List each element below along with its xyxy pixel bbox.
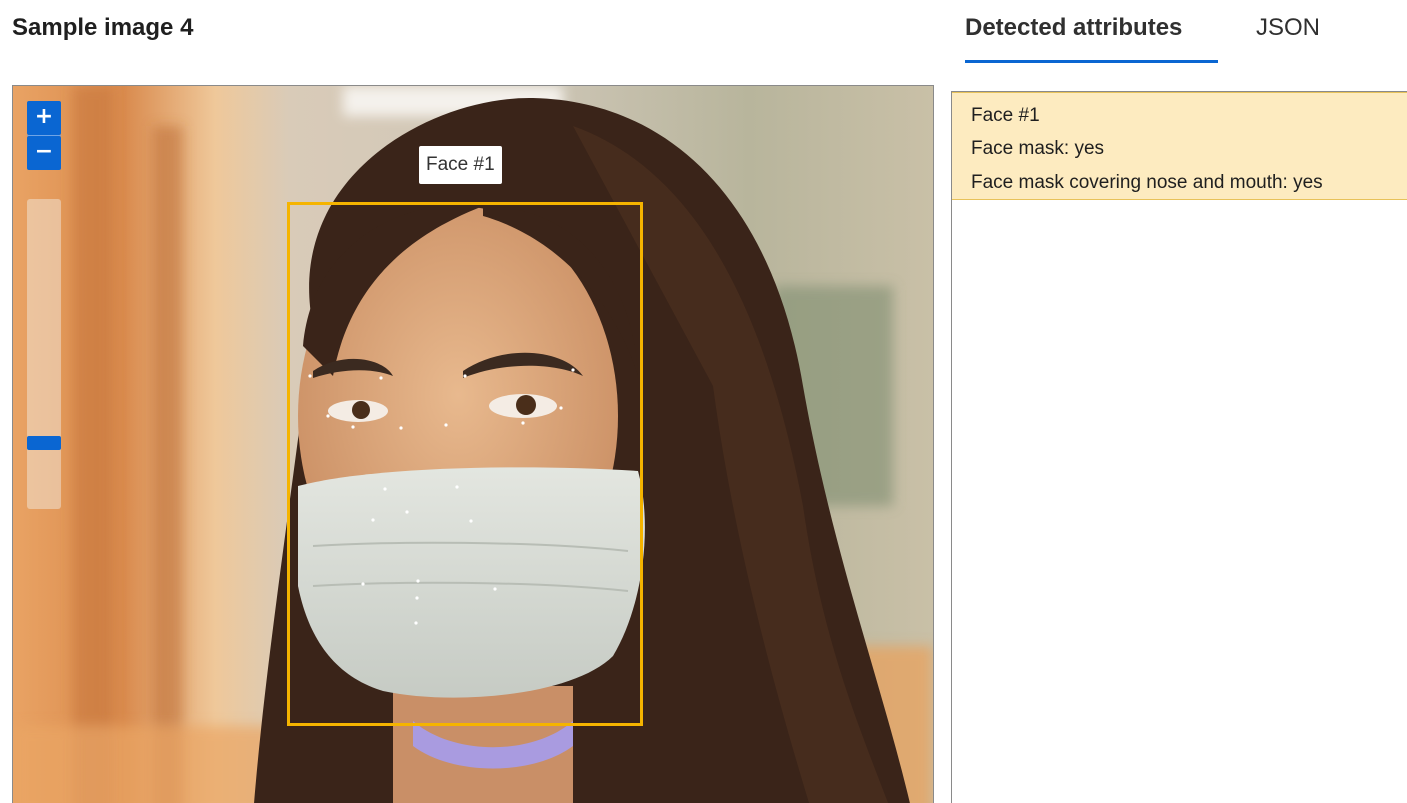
app-root: Sample image 4 + − Face #1 Detected attr…	[0, 0, 1407, 803]
face-label-tag: Face #1	[419, 146, 502, 184]
face-mask-coverage-attribute: Face mask covering nose and mouth: yes	[971, 172, 1323, 193]
active-tab-indicator	[965, 60, 1218, 63]
face-mask-attribute: Face mask: yes	[971, 138, 1105, 159]
face-result-title: Face #1	[971, 105, 1040, 126]
image-viewer[interactable]: + − Face #1	[12, 85, 934, 803]
zoom-in-button[interactable]: +	[27, 101, 61, 135]
results-panel: Face #1 Face mask: yes Face mask coverin…	[951, 91, 1407, 803]
zoom-out-button[interactable]: −	[27, 136, 61, 170]
tab-json[interactable]: JSON	[1256, 14, 1320, 42]
face-result-card[interactable]: Face #1 Face mask: yes Face mask coverin…	[952, 92, 1407, 200]
page-title: Sample image 4	[12, 14, 194, 41]
zoom-slider-handle[interactable]	[27, 436, 61, 450]
face-bounding-box[interactable]	[287, 202, 643, 726]
tab-detected-attributes[interactable]: Detected attributes	[965, 14, 1182, 42]
zoom-slider[interactable]	[27, 199, 61, 509]
